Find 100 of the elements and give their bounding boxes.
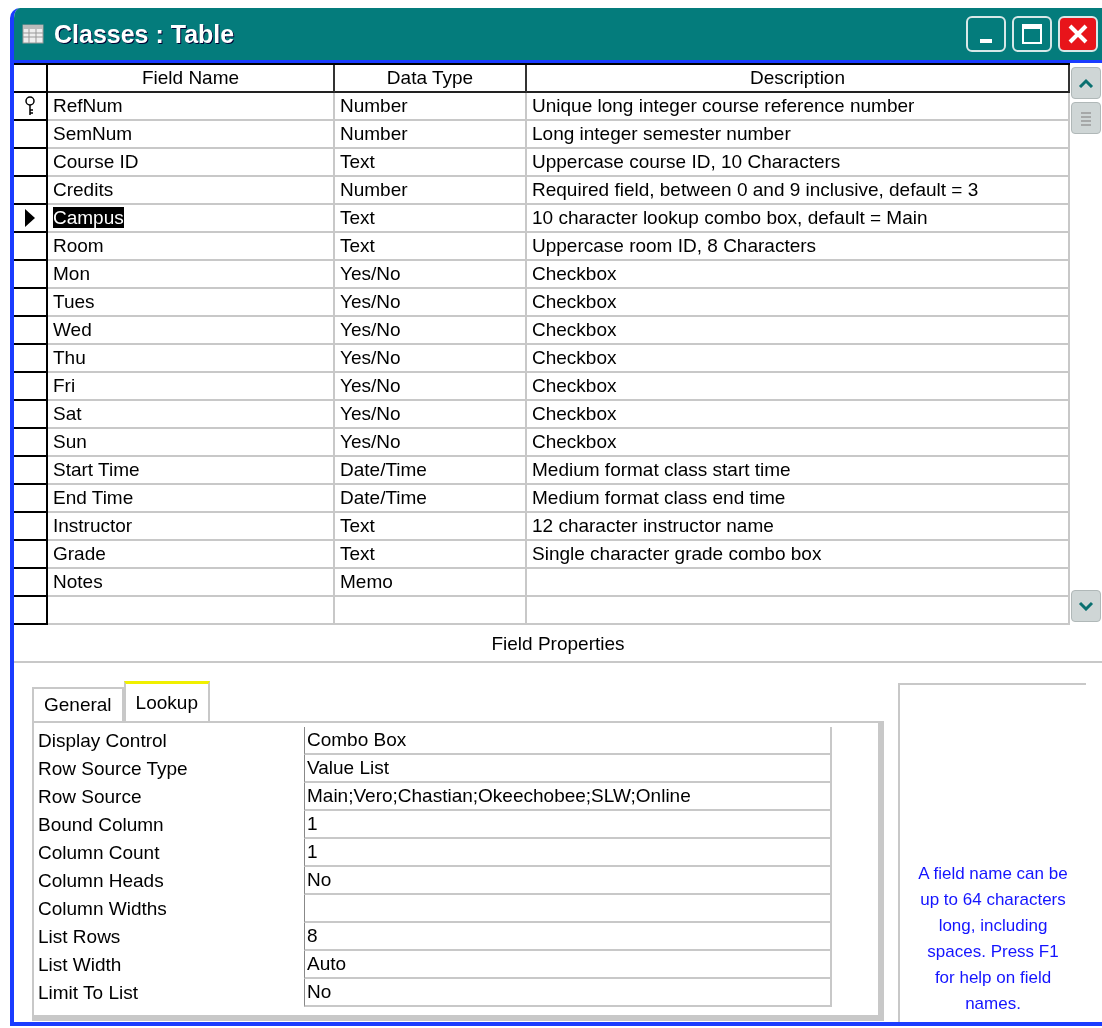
minimize-button[interactable] bbox=[966, 16, 1006, 52]
table-cell: 10 character lookup combo box, default = Main bbox=[527, 205, 1070, 233]
table-cell: Grade bbox=[48, 541, 335, 569]
close-button[interactable] bbox=[1058, 16, 1098, 52]
row-selector[interactable] bbox=[14, 317, 48, 345]
row-selector[interactable] bbox=[14, 513, 48, 541]
table-cell: Sun bbox=[48, 429, 335, 457]
property-value-field[interactable]: Main;Vero;Chastian;Okeechobee;SLW;Online bbox=[304, 783, 832, 811]
table-cell: Text bbox=[335, 233, 527, 261]
property-value-field[interactable]: 1 bbox=[304, 811, 832, 839]
row-selector[interactable] bbox=[14, 541, 48, 569]
table-cell: Tues bbox=[48, 289, 335, 317]
table-cell: Thu bbox=[48, 345, 335, 373]
property-value-field[interactable]: Value List bbox=[304, 755, 832, 783]
row-selector[interactable] bbox=[14, 597, 48, 625]
row-selector[interactable] bbox=[14, 401, 48, 429]
table-cell: Credits bbox=[48, 177, 335, 205]
scroll-down-button[interactable] bbox=[1071, 590, 1101, 622]
table-cell: Number bbox=[335, 177, 527, 205]
grip-icon bbox=[1079, 110, 1093, 126]
table-cell: Mon bbox=[48, 261, 335, 289]
row-selector[interactable] bbox=[14, 233, 48, 261]
property-label: Column Widths bbox=[38, 897, 168, 921]
table-cell: Date/Time bbox=[335, 485, 527, 513]
table-cell: Required field, between 0 and 9 inclusive, default = 3 bbox=[527, 177, 1070, 205]
table-cell: SemNum bbox=[48, 121, 335, 149]
table-cell: Single character grade combo box bbox=[527, 541, 1070, 569]
table-cell: Long integer semester number bbox=[527, 121, 1070, 149]
table-cell: Checkbox bbox=[527, 373, 1070, 401]
row-selector[interactable] bbox=[14, 205, 48, 233]
row-selector[interactable] bbox=[14, 149, 48, 177]
scroll-up-button[interactable] bbox=[1071, 67, 1101, 99]
table-icon bbox=[22, 24, 44, 44]
property-label: Row Source bbox=[38, 785, 143, 809]
table-cell: Yes/No bbox=[335, 345, 527, 373]
table-cell: Yes/No bbox=[335, 261, 527, 289]
table-cell: Medium format class end time bbox=[527, 485, 1070, 513]
row-selector[interactable] bbox=[14, 345, 48, 373]
table-cell: Yes/No bbox=[335, 401, 527, 429]
section-title: Field Properties bbox=[14, 625, 1102, 663]
table-cell: Text bbox=[335, 149, 527, 177]
property-value-field[interactable]: 1 bbox=[304, 839, 832, 867]
table-cell: Number bbox=[335, 121, 527, 149]
table-cell: Date/Time bbox=[335, 457, 527, 485]
property-value-field[interactable]: No bbox=[304, 979, 832, 1007]
column-header: Data Type bbox=[335, 65, 527, 93]
property-value-field[interactable]: 8 bbox=[304, 923, 832, 951]
table-cell: RefNum bbox=[48, 93, 335, 121]
property-label: Display Control bbox=[38, 729, 168, 753]
row-selector[interactable] bbox=[14, 569, 48, 597]
row-selector[interactable] bbox=[14, 93, 48, 121]
row-selector[interactable] bbox=[14, 429, 48, 457]
row-selector[interactable] bbox=[14, 457, 48, 485]
table-cell: Yes/No bbox=[335, 429, 527, 457]
property-label: Limit To List bbox=[38, 981, 139, 1005]
tab[interactable]: General bbox=[32, 687, 124, 721]
property-label: List Rows bbox=[38, 925, 122, 949]
table-cell: Yes/No bbox=[335, 373, 527, 401]
property-value-field[interactable]: Combo Box bbox=[304, 727, 832, 755]
property-value-field[interactable] bbox=[304, 895, 832, 923]
row-selector[interactable] bbox=[14, 289, 48, 317]
row-selector[interactable] bbox=[14, 177, 48, 205]
maximize-button[interactable] bbox=[1012, 16, 1052, 52]
table-cell: Checkbox bbox=[527, 345, 1070, 373]
property-value-field[interactable]: No bbox=[304, 867, 832, 895]
window-title: Classes : Table bbox=[54, 19, 236, 49]
property-label: Column Count bbox=[38, 841, 161, 865]
close-icon bbox=[1067, 23, 1089, 45]
row-selector[interactable] bbox=[14, 261, 48, 289]
table-cell: Uppercase course ID, 10 Characters bbox=[527, 149, 1070, 177]
scroll-thumb[interactable] bbox=[1071, 102, 1101, 134]
table-cell: Checkbox bbox=[527, 401, 1070, 429]
table-cell: Text bbox=[335, 513, 527, 541]
table-cell: Instructor bbox=[48, 513, 335, 541]
column-header: Description bbox=[527, 65, 1070, 93]
column-header: Field Name bbox=[48, 65, 335, 93]
row-selector[interactable] bbox=[14, 373, 48, 401]
key-icon bbox=[24, 96, 36, 116]
row-selector[interactable] bbox=[14, 485, 48, 513]
property-label: Bound Column bbox=[38, 813, 165, 837]
minimize-icon bbox=[980, 39, 992, 43]
table-cell: Sat bbox=[48, 401, 335, 429]
table-cell: Uppercase room ID, 8 Characters bbox=[527, 233, 1070, 261]
property-value-field[interactable]: Auto bbox=[304, 951, 832, 979]
table-cell: Checkbox bbox=[527, 317, 1070, 345]
table-cell: Fri bbox=[48, 373, 335, 401]
help-text: A field name can be up to 64 characters long, including spaces. Press F1 for help on field names. bbox=[918, 863, 1068, 1015]
maximize-icon bbox=[1021, 23, 1043, 45]
table-cell: Wed bbox=[48, 317, 335, 345]
property-label: List Width bbox=[38, 953, 123, 977]
table-cell: Checkbox bbox=[527, 289, 1070, 317]
table-cell: Course ID bbox=[48, 149, 335, 177]
table-cell: Text bbox=[335, 541, 527, 569]
table-cell: Yes/No bbox=[335, 317, 527, 345]
table-cell: Start Time bbox=[48, 457, 335, 485]
row-selector[interactable] bbox=[14, 121, 48, 149]
table-cell: End Time bbox=[48, 485, 335, 513]
tab[interactable]: Lookup bbox=[123, 681, 210, 721]
table-cell: Yes/No bbox=[335, 289, 527, 317]
table-cell: Text bbox=[335, 205, 527, 233]
